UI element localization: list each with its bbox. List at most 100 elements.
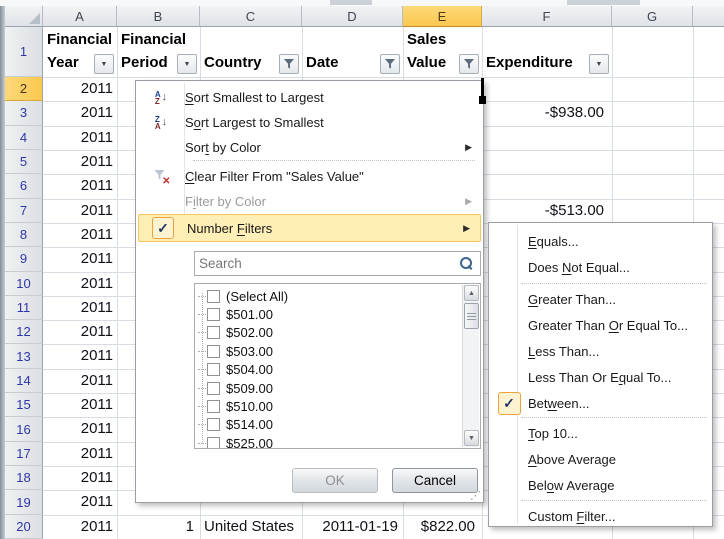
cell-financial-year-row17[interactable]: 2011 (45, 445, 115, 465)
row-header-4[interactable]: 4 (5, 126, 43, 150)
row-header-14[interactable]: 14 (5, 369, 43, 393)
submenu-item-between[interactable]: ✓Between... (490, 390, 711, 416)
row-header-16[interactable]: 16 (5, 417, 43, 441)
filter-funnel-button[interactable] (459, 54, 479, 74)
row-header-3[interactable]: 3 (5, 101, 43, 125)
cell-financial-year-row16[interactable]: 2011 (45, 420, 115, 440)
cell-financial-year-row6[interactable]: 2011 (45, 177, 115, 197)
filter-dropdown-button[interactable]: ▼ (177, 54, 197, 74)
cell-financial-year-row8[interactable]: 2011 (45, 226, 115, 246)
row-header-12[interactable]: 12 (5, 320, 43, 344)
menu-item-sort-largest-to-smallest[interactable]: ZA↓Sort Largest to Smallest (137, 110, 482, 135)
value-checkbox[interactable] (207, 345, 220, 358)
value-checkbox[interactable] (207, 400, 220, 413)
submenu-item-less-than-or-equal-to[interactable]: Less Than Or Equal To... (490, 364, 711, 390)
cell-financial-year-row5[interactable]: 2011 (45, 153, 115, 173)
cell-financial-year-row20[interactable]: 2011 (45, 518, 115, 538)
row-header-10[interactable]: 10 (5, 272, 43, 296)
row-header-9[interactable]: 9 (5, 247, 43, 271)
search-input[interactable] (195, 256, 459, 271)
scrollbar-up-button[interactable]: ▲ (464, 285, 479, 301)
value-checkbox[interactable] (207, 382, 220, 395)
row-header-5[interactable]: 5 (5, 150, 43, 174)
submenu-item-above-average[interactable]: Above Average (490, 446, 711, 472)
submenu-item-less-than[interactable]: Less Than... (490, 338, 711, 364)
filter-dropdown-button[interactable]: ▼ (589, 54, 609, 74)
menu-resize-grip[interactable]: ⋰ (470, 491, 481, 502)
cell-financial-year-row18[interactable]: 2011 (45, 469, 115, 489)
column-header-C[interactable]: C (200, 6, 302, 27)
cell-country-row20[interactable]: United States (202, 518, 300, 538)
cell-financial-year-row9[interactable]: 2011 (45, 250, 115, 270)
value-checkbox[interactable] (207, 290, 220, 303)
menu-item-number-filters[interactable]: ✓Number Filters▶ (138, 214, 481, 242)
list-item[interactable]: $501.00 (198, 305, 273, 323)
row-header-1[interactable]: 1 (5, 27, 43, 77)
menu-item-sort-smallest-to-largest[interactable]: AZ↓Sort Smallest to Largest (137, 85, 482, 110)
cell-financial-period-row20[interactable]: 1 (119, 518, 198, 538)
submenu-item-custom-filter[interactable]: Custom Filter... (490, 503, 711, 529)
list-item[interactable]: $502.00 (198, 324, 273, 342)
active-cell-fill-handle[interactable] (479, 96, 486, 104)
menu-item-clear-filter[interactable]: ✕Clear Filter From "Sales Value" (137, 164, 482, 189)
list-item[interactable]: $503.00 (198, 342, 273, 360)
menu-item-sort-by-color[interactable]: Sort by Color▶ (137, 135, 482, 160)
scrollbar-down-button[interactable]: ▼ (464, 430, 479, 446)
row-header-20[interactable]: 20 (5, 515, 43, 539)
cell-expenditure-row7[interactable]: -$513.00 (484, 202, 610, 222)
list-item[interactable]: $525.00 (198, 434, 273, 449)
filter-dropdown-button[interactable]: ▼ (94, 54, 114, 74)
cell-financial-year-row14[interactable]: 2011 (45, 372, 115, 392)
list-item[interactable]: $509.00 (198, 379, 273, 397)
row-header-8[interactable]: 8 (5, 223, 43, 247)
list-scrollbar[interactable]: ▲ ▼ (462, 285, 479, 447)
search-icon[interactable] (459, 256, 474, 271)
column-header-G[interactable]: G (612, 6, 693, 27)
value-checkbox[interactable] (207, 418, 220, 431)
cell-date-row20[interactable]: 2011-01-19 (304, 518, 401, 538)
cancel-button[interactable]: Cancel (392, 468, 478, 493)
column-header-A[interactable]: A (43, 6, 117, 27)
cell-financial-year-row3[interactable]: 2011 (45, 104, 115, 124)
cell-sales-value-row20[interactable]: $822.00 (405, 518, 480, 538)
column-header-B[interactable]: B (117, 6, 200, 27)
cell-financial-year-row10[interactable]: 2011 (45, 275, 115, 295)
row-header-15[interactable]: 15 (5, 393, 43, 417)
row-header-2[interactable]: 2 (5, 77, 43, 101)
cell-expenditure-row3[interactable]: -$938.00 (484, 104, 610, 124)
cell-financial-year-row19[interactable]: 2011 (45, 493, 115, 513)
filter-funnel-button[interactable] (380, 54, 400, 74)
submenu-item-greater-than[interactable]: Greater Than... (490, 286, 711, 312)
cell-financial-year-row11[interactable]: 2011 (45, 299, 115, 319)
cell-financial-year-row13[interactable]: 2011 (45, 347, 115, 367)
row-header-17[interactable]: 17 (5, 442, 43, 466)
cell-financial-year-row12[interactable]: 2011 (45, 323, 115, 343)
cell-financial-year-row15[interactable]: 2011 (45, 396, 115, 416)
list-item[interactable]: $504.00 (198, 361, 273, 379)
submenu-item-top-10[interactable]: Top 10... (490, 420, 711, 446)
row-header-7[interactable]: 7 (5, 199, 43, 223)
row-header-19[interactable]: 19 (5, 490, 43, 514)
value-checkbox[interactable] (207, 326, 220, 339)
submenu-item-does-not-equal[interactable]: Does Not Equal... (490, 254, 711, 280)
submenu-item-equals[interactable]: Equals... (490, 228, 711, 254)
row-header-18[interactable]: 18 (5, 466, 43, 490)
scrollbar-thumb[interactable] (464, 303, 479, 329)
list-item-select-all[interactable]: (Select All) (198, 287, 288, 305)
column-header-F[interactable]: F (482, 6, 612, 27)
value-checkbox[interactable] (207, 363, 220, 376)
row-header-11[interactable]: 11 (5, 296, 43, 320)
column-header-E[interactable]: E (403, 6, 482, 27)
cell-financial-year-row7[interactable]: 2011 (45, 202, 115, 222)
cell-financial-year-row4[interactable]: 2011 (45, 129, 115, 149)
filter-funnel-button[interactable] (279, 54, 299, 74)
list-item[interactable]: $514.00 (198, 416, 273, 434)
submenu-item-below-average[interactable]: Below Average (490, 472, 711, 498)
row-header-13[interactable]: 13 (5, 344, 43, 368)
list-item[interactable]: $510.00 (198, 397, 273, 415)
submenu-item-greater-than-or-equal-to[interactable]: Greater Than Or Equal To... (490, 312, 711, 338)
select-all-corner[interactable] (5, 6, 43, 27)
cell-financial-year-row2[interactable]: 2011 (45, 80, 115, 100)
column-header-D[interactable]: D (302, 6, 403, 27)
value-checkbox[interactable] (207, 308, 220, 321)
